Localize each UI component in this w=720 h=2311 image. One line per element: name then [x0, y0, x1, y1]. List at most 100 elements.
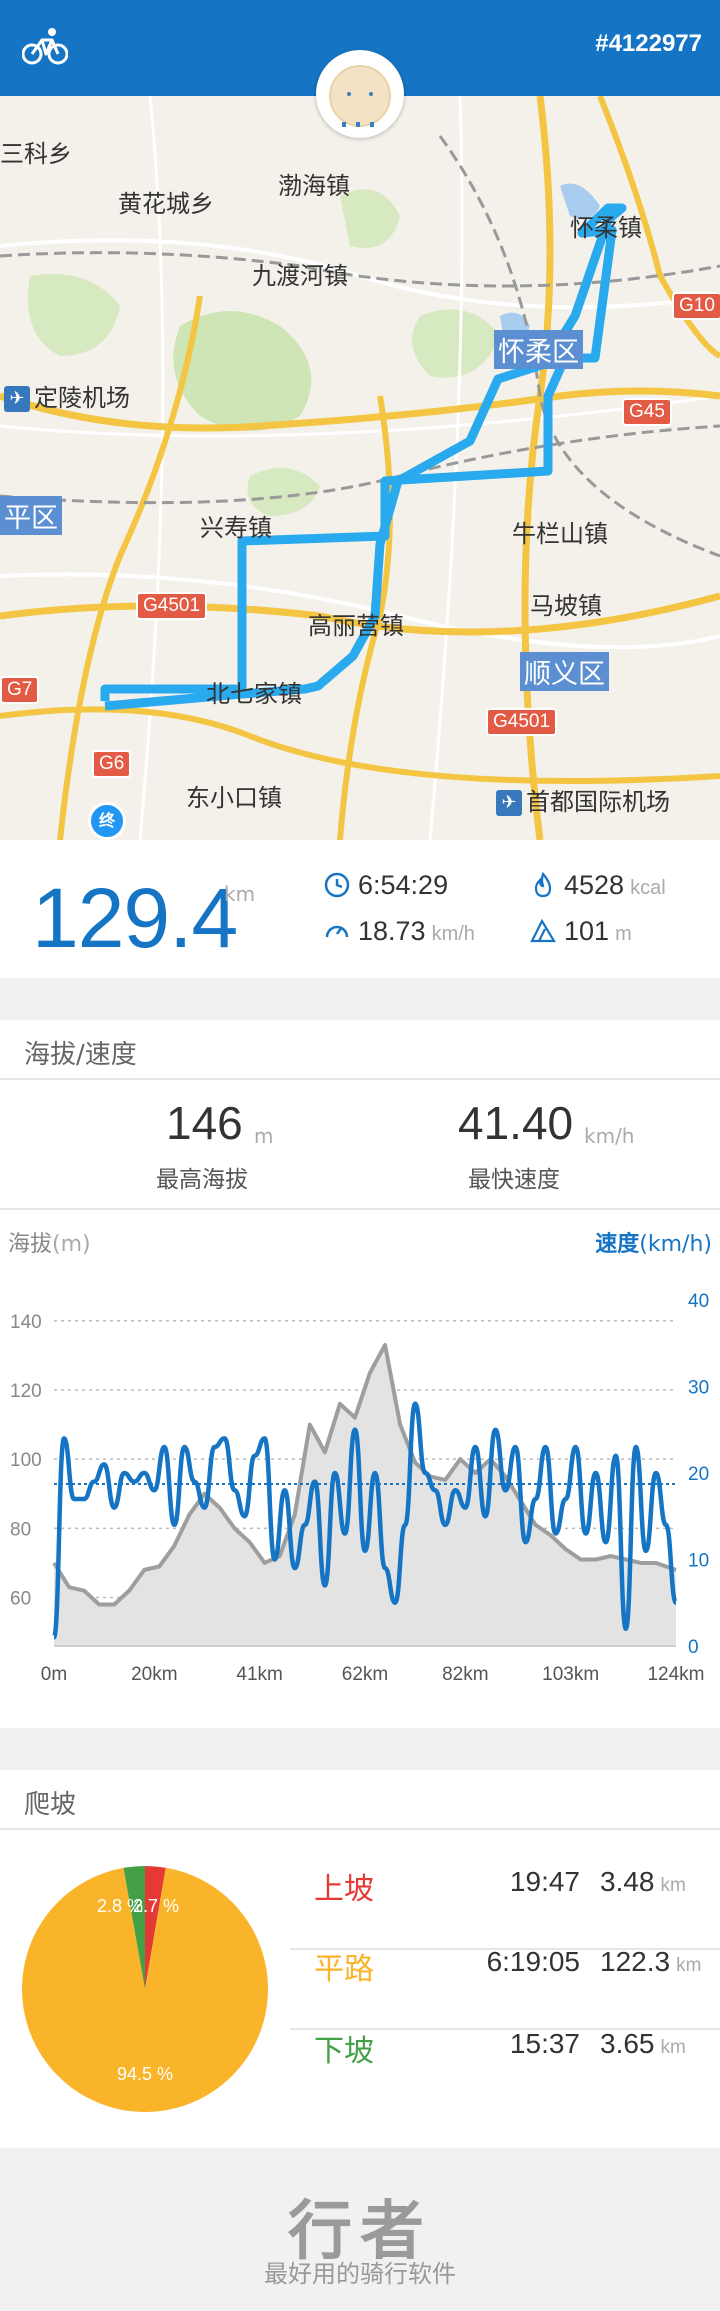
climb-card: 爬坡 2.8 % 2.7 % 94.5 % 上坡 19:47 3.48 km 平路 6…	[0, 1770, 720, 2148]
airport-icon: ✈	[496, 790, 522, 816]
x-tick-label: 124km	[647, 1664, 704, 1685]
climb-row-distance-value: 122.3	[600, 1946, 671, 1977]
y-left-tick-label: 140	[10, 1312, 42, 1333]
climb-row-flat: 平路 6:19:05 122.3 km	[290, 1922, 720, 2002]
climb-row-time: 15:37	[509, 2028, 580, 2059]
avatar-image	[329, 65, 391, 127]
avatar[interactable]	[316, 50, 404, 138]
bicycle-icon	[22, 28, 68, 65]
max-speed-value: 41.40	[458, 1097, 574, 1149]
highway-shield: G6	[92, 750, 132, 778]
map-label: 三科乡	[0, 140, 72, 168]
climb-row-uphill: 上坡 19:47 3.48 km	[290, 1842, 720, 1922]
ride-summary: 129.4 km 6:54:29 4528 kcal 18.73 km/h 101 m	[0, 840, 720, 978]
y-right-tick-label: 0	[688, 1637, 699, 1658]
airport-icon: ✈	[4, 386, 30, 412]
mountain-icon	[530, 918, 556, 943]
map-label: 渤海镇	[278, 172, 350, 200]
duration-value: 6:54:29	[358, 870, 449, 900]
x-tick-label: 0m	[41, 1664, 67, 1685]
pie-slice-label: 2.7 %	[133, 1896, 179, 1916]
map-label-airport: ✈ 定陵机场	[4, 378, 130, 413]
climb-row-time: 19:47	[509, 1866, 580, 1897]
app-slogan: 最好用的骑行软件	[264, 2260, 456, 2288]
climb-value: 101	[564, 916, 610, 946]
x-tick-label: 103km	[542, 1664, 599, 1685]
climb-row-label: 下坡	[314, 2034, 374, 2069]
avg-speed-value: 18.73	[358, 916, 426, 946]
max-speed-label: 最快速度	[468, 1167, 560, 1193]
calories-stat: 4528 kcal	[530, 870, 666, 901]
climb-row-time: 6:19:05	[486, 1946, 580, 1977]
y-right-tick-label: 40	[688, 1291, 709, 1312]
y-left-tick-label: 100	[10, 1450, 42, 1471]
highway-shield: G10	[672, 292, 720, 320]
climb-row-downhill: 下坡 15:37 3.65 km	[290, 2004, 720, 2084]
y-right-tick-label: 10	[688, 1551, 709, 1572]
route-map[interactable]: 三科乡 黄花城乡 渤海镇 九渡河镇 怀柔镇 怀柔区 ✈ 定陵机场 平区 兴寿镇 牛…	[0, 96, 720, 840]
map-label-airport: ✈ 首都国际机场	[496, 782, 670, 817]
highway-shield: G45	[622, 398, 672, 426]
altitude-axis-label: 海拔	[8, 1232, 53, 1257]
climb-row-distance-value: 3.65	[600, 2028, 655, 2059]
max-altitude-value: 146	[166, 1097, 243, 1149]
map-label-text: 定陵机场	[34, 384, 130, 412]
distance-unit: km	[224, 882, 256, 906]
speed-axis-label: 速度	[595, 1232, 640, 1257]
x-tick-label: 82km	[442, 1664, 488, 1685]
climb-unit: m	[615, 923, 632, 945]
map-label: 兴寿镇	[200, 514, 272, 542]
highway-shield: G4501	[136, 592, 208, 620]
flame-icon	[534, 872, 552, 898]
climb-stat: 101 m	[530, 916, 632, 947]
speed-axis-unit: (km/h)	[639, 1232, 712, 1257]
climb-row-distance: 3.65 km	[600, 2028, 686, 2060]
record-id: #4122977	[595, 30, 702, 57]
y-left-tick-label: 80	[10, 1519, 31, 1540]
y-right-tick-label: 30	[688, 1378, 709, 1399]
altitude-axis-title: 海拔(m)	[8, 1226, 91, 1258]
map-label: 九渡河镇	[252, 262, 348, 290]
section-title: 海拔/速度	[24, 1040, 137, 1070]
calories-value: 4528	[564, 870, 625, 900]
distance-value: 129.4	[32, 871, 238, 965]
divider	[0, 1208, 720, 1210]
max-speed-unit: km/h	[584, 1124, 635, 1148]
map-label: 高丽营镇	[308, 612, 404, 640]
highway-shield: G7	[0, 676, 40, 704]
map-label: 马坡镇	[530, 592, 602, 620]
climb-row-unit: km	[676, 1955, 702, 1976]
section-title: 爬坡	[24, 1790, 77, 1820]
avg-speed-unit: km/h	[431, 923, 475, 945]
max-altitude-unit: m	[254, 1124, 274, 1148]
route-end-marker: 终	[88, 802, 126, 840]
map-label: 东小口镇	[186, 784, 282, 812]
y-right-tick-label: 20	[688, 1464, 709, 1485]
altitude-speed-card: 海拔/速度 146 m 最高海拔 41.40 km/h 最快速度 海拔(m) 速…	[0, 1020, 720, 1728]
climb-pie-chart[interactable]: 2.8 %2.7 %94.5 %	[10, 1862, 280, 2132]
pie-slice-label: 94.5 %	[117, 2064, 173, 2084]
divider	[0, 1828, 720, 1830]
y-left-tick-label: 60	[10, 1589, 31, 1610]
climb-row-distance: 3.48 km	[600, 1866, 686, 1898]
climb-row-unit: km	[660, 1875, 686, 1896]
y-left-tick-label: 120	[10, 1381, 42, 1402]
map-label: 黄花城乡	[118, 190, 214, 218]
map-label-district: 顺义区	[520, 652, 609, 691]
max-altitude-label: 最高海拔	[156, 1167, 248, 1193]
x-tick-label: 41km	[236, 1664, 282, 1685]
climb-row-distance: 122.3 km	[600, 1946, 701, 1978]
map-label: 牛栏山镇	[512, 520, 608, 548]
x-tick-label: 62km	[342, 1664, 388, 1685]
x-tick-label: 20km	[131, 1664, 177, 1685]
avg-speed-stat: 18.73 km/h	[324, 916, 475, 947]
climb-row-label: 平路	[314, 1952, 374, 1987]
climb-row-distance-value: 3.48	[600, 1866, 655, 1897]
map-label-text: 首都国际机场	[526, 788, 670, 816]
calories-unit: kcal	[630, 877, 666, 899]
climb-row-label: 上坡	[314, 1872, 374, 1907]
altitude-speed-chart[interactable]: 14012010080604030201000m 20km 41km 62km 82km…	[0, 1270, 720, 1710]
altitude-axis-unit: (m)	[52, 1232, 91, 1257]
clock-icon	[324, 872, 350, 898]
highway-shield: G4501	[486, 708, 558, 736]
